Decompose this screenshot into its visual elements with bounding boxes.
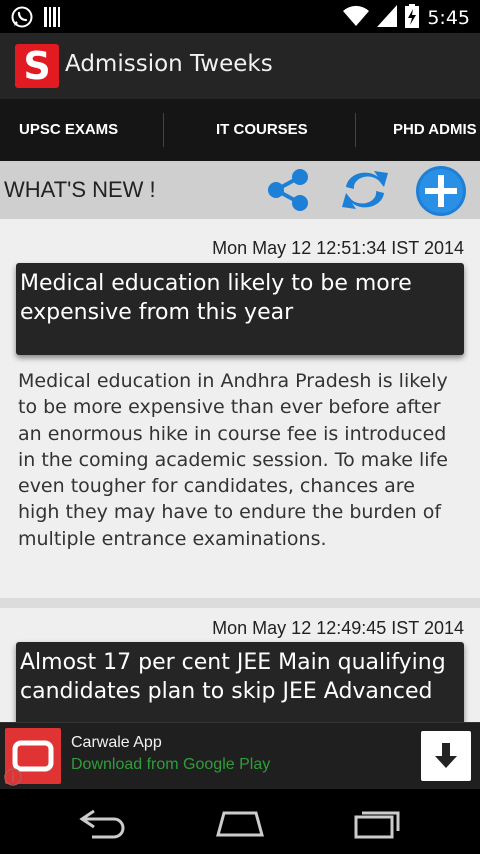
- news-date: Mon May 12 12:49:45 IST 2014: [212, 618, 464, 638]
- news-card[interactable]: Mon May 12 12:51:34 IST 2014 Medical edu…: [0, 219, 480, 598]
- ad-subtitle[interactable]: Download from Google Play: [71, 756, 270, 774]
- add-icon[interactable]: [414, 165, 468, 221]
- news-card[interactable]: Mon May 12 12:49:45 IST 2014 Almost 17 p…: [0, 608, 480, 722]
- app-title: Admission Tweeks: [65, 51, 273, 77]
- status-clock: 5:45: [427, 7, 470, 29]
- wifi-icon: [343, 5, 370, 31]
- section-title: WHAT'S NEW !: [4, 177, 156, 202]
- ad-banner[interactable]: Carwale App Download from Google Play: [0, 722, 480, 790]
- refresh-icon[interactable]: [340, 165, 390, 219]
- share-icon[interactable]: [264, 165, 312, 219]
- recents-icon[interactable]: [352, 805, 404, 843]
- category-tabs: UPSC EXAMS IT COURSES PHD ADMIS: [0, 99, 480, 161]
- status-bar: 5:45: [0, 0, 480, 33]
- tab-phd-admissions[interactable]: PHD ADMIS: [393, 99, 477, 161]
- news-body: Medical education in Andhra Pradesh is l…: [18, 370, 448, 550]
- info-icon[interactable]: [3, 767, 23, 791]
- tab-divider: [355, 113, 356, 147]
- news-headline[interactable]: Medical education likely to be more expe…: [16, 263, 464, 355]
- news-feed[interactable]: Mon May 12 12:51:34 IST 2014 Medical edu…: [0, 219, 480, 722]
- barcode-icon: [44, 7, 62, 31]
- home-icon[interactable]: [214, 805, 266, 843]
- app-logo[interactable]: S: [15, 44, 59, 88]
- download-icon[interactable]: [421, 731, 471, 781]
- news-date: Mon May 12 12:51:34 IST 2014: [212, 238, 464, 258]
- back-icon[interactable]: [78, 805, 128, 843]
- app-bar: S Admission Tweeks: [0, 33, 480, 100]
- whatsapp-icon: [10, 5, 34, 33]
- section-toolbar: WHAT'S NEW !: [0, 161, 480, 219]
- tab-it-courses[interactable]: IT COURSES: [216, 99, 308, 161]
- news-headline[interactable]: Almost 17 per cent JEE Main qualifying c…: [16, 642, 464, 722]
- tab-upsc-exams[interactable]: UPSC EXAMS: [19, 99, 118, 161]
- signal-icon: [377, 5, 398, 31]
- ad-title[interactable]: Carwale App: [71, 734, 162, 752]
- battery-charging-icon: [405, 4, 420, 32]
- navigation-bar: [0, 789, 480, 854]
- tab-divider: [163, 113, 164, 147]
- card-divider: [0, 598, 480, 608]
